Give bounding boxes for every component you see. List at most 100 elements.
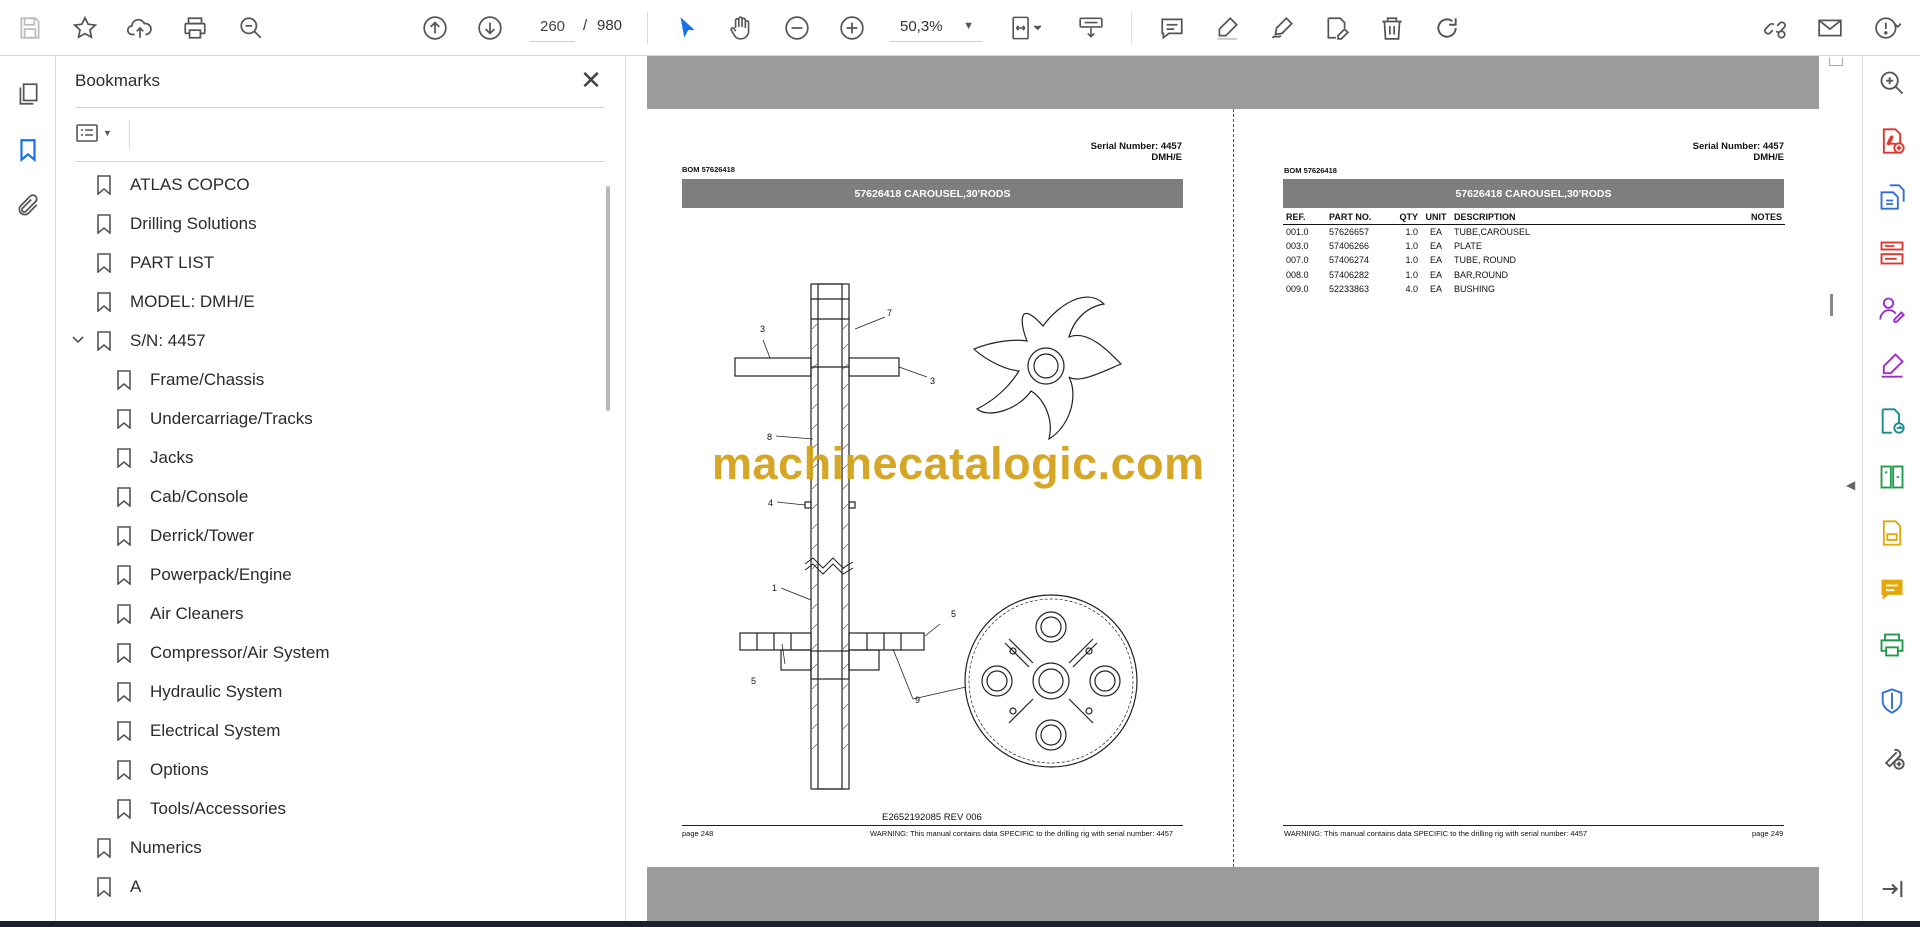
upload-icon[interactable] <box>122 10 158 46</box>
zoom-in-icon[interactable] <box>834 10 870 46</box>
col-ref: REF. <box>1283 211 1326 225</box>
bookmark-ribbon-icon <box>117 799 131 819</box>
hand-tool-icon[interactable] <box>723 10 759 46</box>
zoom-search-icon[interactable] <box>1877 68 1907 98</box>
cell-notes <box>1681 282 1785 297</box>
print-production-icon[interactable] <box>1877 630 1907 660</box>
account-icon[interactable] <box>1870 10 1906 46</box>
compare-files-icon[interactable] <box>1877 462 1907 492</box>
bookmark-label: PART LIST <box>130 253 215 272</box>
table-header-row: REF. PART NO. QTY UNIT DESCRIPTION NOTES <box>1283 211 1785 225</box>
document-scrollbar[interactable] <box>1819 56 1862 921</box>
bookmarks-scrollbar[interactable] <box>603 186 615 916</box>
bookmarks-panel: Bookmarks ✕ ▼ ATLAS COPCO Drilling Soluti… <box>56 56 626 921</box>
cell-ref: 003.0 <box>1286 240 1309 251</box>
scrollbar-thumb[interactable] <box>1830 294 1833 316</box>
collapse-panel-right-icon[interactable]: ◀ <box>1846 478 1855 492</box>
export-pdf-icon[interactable] <box>1877 182 1907 212</box>
bookmark-ribbon-icon <box>117 760 131 780</box>
callout-label: 5 <box>951 609 956 619</box>
cell-qty: 1.0 <box>1405 226 1418 237</box>
bookmark-item[interactable]: Jacks <box>116 439 193 477</box>
document-number: E2652192085 REV 006 <box>882 812 982 823</box>
bookmark-ribbon-icon <box>117 370 131 390</box>
bookmark-item[interactable]: A <box>96 868 141 906</box>
zoom-out-icon[interactable] <box>779 10 815 46</box>
footer-page-number: page 249 <box>1752 829 1784 838</box>
bookmark-item[interactable]: Tools/Accessories <box>116 790 286 828</box>
print-icon[interactable] <box>177 10 213 46</box>
create-pdf-icon[interactable] <box>1877 126 1907 156</box>
protect-shield-icon[interactable] <box>1877 686 1907 716</box>
delete-icon[interactable] <box>1374 10 1410 46</box>
scrollbar-thumb[interactable] <box>606 186 610 411</box>
bookmark-ribbon-icon <box>117 721 131 741</box>
prev-page-icon[interactable] <box>417 10 453 46</box>
callout-label: 9 <box>915 695 920 705</box>
bookmark-label: MODEL: DMH/E <box>130 292 255 311</box>
bookmark-item[interactable]: Options <box>116 751 209 789</box>
close-icon[interactable]: ✕ <box>576 66 606 96</box>
draw-icon[interactable] <box>1264 10 1300 46</box>
cell-description: TUBE,CAROUSEL <box>1454 226 1531 237</box>
bookmark-ribbon-icon <box>117 643 131 663</box>
comment-tool-icon[interactable] <box>1877 574 1907 604</box>
bookmark-star-icon[interactable] <box>67 10 103 46</box>
bookmark-item[interactable]: Hydraulic System <box>116 673 282 711</box>
bookmark-ribbon-icon <box>97 838 111 858</box>
rotate-icon[interactable] <box>1429 10 1465 46</box>
bookmark-item[interactable]: Undercarriage/Tracks <box>116 400 313 438</box>
bookmark-item[interactable]: Compressor/Air System <box>116 634 329 672</box>
bookmark-item[interactable]: MODEL: DMH/E <box>96 283 255 321</box>
save-icon[interactable] <box>12 10 48 46</box>
table-row: 003.0 57406266 1.0 EA PLATE <box>1283 239 1785 254</box>
next-page-icon[interactable] <box>472 10 508 46</box>
footer-rule <box>682 825 1183 826</box>
zoom-level-select[interactable]: 50,3% ▼ <box>890 12 982 42</box>
prepare-form-icon[interactable] <box>1877 518 1907 548</box>
highlight-icon[interactable] <box>1209 10 1245 46</box>
bookmark-item[interactable]: Electrical System <box>116 712 280 750</box>
bookmark-item[interactable]: Derrick/Tower <box>116 517 254 555</box>
bookmark-item[interactable]: Cab/Console <box>116 478 248 516</box>
share-link-icon[interactable] <box>1757 10 1793 46</box>
fill-sign-icon[interactable] <box>1319 10 1355 46</box>
bookmark-item[interactable]: Frame/Chassis <box>116 361 264 399</box>
cell-description: TUBE, ROUND <box>1454 255 1517 266</box>
bookmark-item[interactable]: Air Cleaners <box>116 595 244 633</box>
request-signatures-icon[interactable] <box>1877 294 1907 324</box>
zoom-search-icon[interactable] <box>233 10 269 46</box>
footer-warning: WARNING: This manual contains data SPECI… <box>1284 829 1588 838</box>
col-unit: UNIT <box>1421 211 1451 225</box>
bookmark-item[interactable]: Drilling Solutions <box>96 205 257 243</box>
os-taskbar-edge <box>0 921 1920 927</box>
bookmark-ribbon-icon <box>97 175 111 195</box>
email-icon[interactable] <box>1812 10 1848 46</box>
attachments-icon[interactable] <box>12 190 44 222</box>
expand-panel-icon[interactable] <box>1877 874 1907 904</box>
page-number-input[interactable] <box>530 12 575 42</box>
more-tools-icon[interactable] <box>1877 742 1907 772</box>
bookmark-options-menu[interactable]: ▼ <box>75 118 121 148</box>
bookmark-item[interactable]: ATLAS COPCO <box>96 166 250 204</box>
scroll-mode-icon[interactable] <box>1073 10 1109 46</box>
bottom-plate-left <box>739 632 812 651</box>
organize-pages-icon[interactable] <box>1877 238 1907 268</box>
bookmark-ribbon-icon <box>97 877 111 897</box>
chevron-down-icon: ▼ <box>103 128 112 138</box>
select-cursor-icon[interactable] <box>669 10 705 46</box>
bookmark-item[interactable]: PART LIST <box>96 244 214 282</box>
bookmarks-icon[interactable] <box>12 134 44 166</box>
comment-icon[interactable] <box>1154 10 1190 46</box>
cell-notes <box>1681 224 1785 239</box>
fit-page-icon[interactable] <box>1003 10 1051 46</box>
edit-pdf-icon[interactable] <box>1877 406 1907 436</box>
bookmark-item[interactable]: Powerpack/Engine <box>116 556 292 594</box>
chevron-down-icon[interactable] <box>70 332 86 348</box>
bookmark-ribbon-icon <box>97 331 111 351</box>
bookmark-item[interactable]: Numerics <box>96 829 202 867</box>
fill-and-sign-icon[interactable] <box>1877 350 1907 380</box>
page-thumbnails-icon[interactable] <box>12 78 44 110</box>
bookmark-item[interactable]: S/N: 4457 <box>72 322 206 360</box>
scroll-up-arrow[interactable] <box>1829 58 1843 66</box>
